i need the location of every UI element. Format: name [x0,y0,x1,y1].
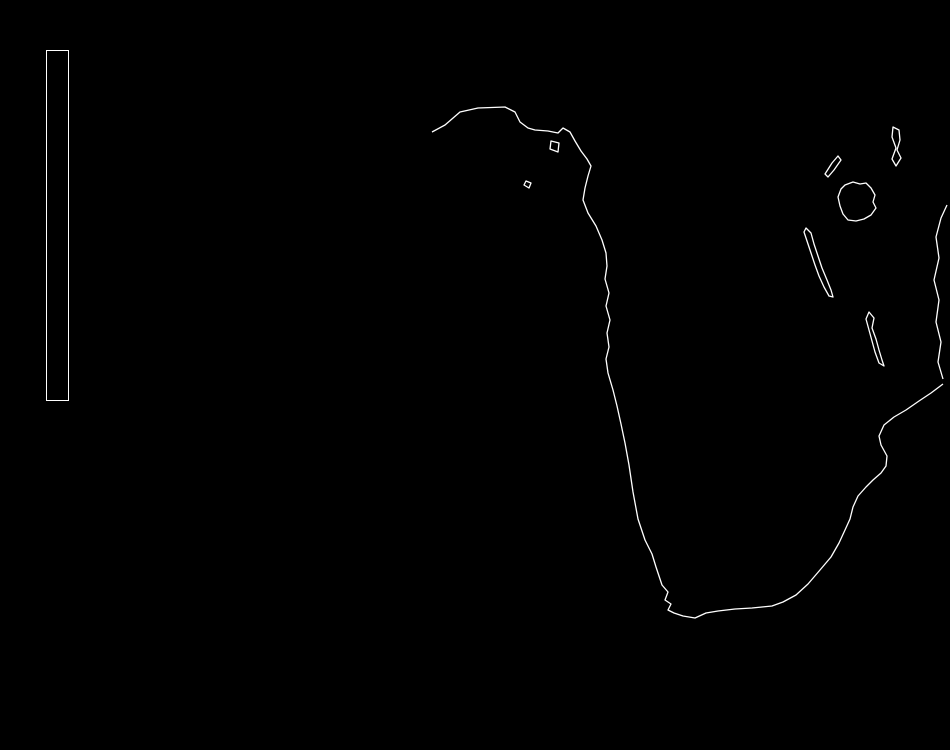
albedo-data-field [0,0,950,750]
albedo-map-window [0,0,950,750]
colorbar [46,50,69,401]
status-bar [0,726,950,750]
